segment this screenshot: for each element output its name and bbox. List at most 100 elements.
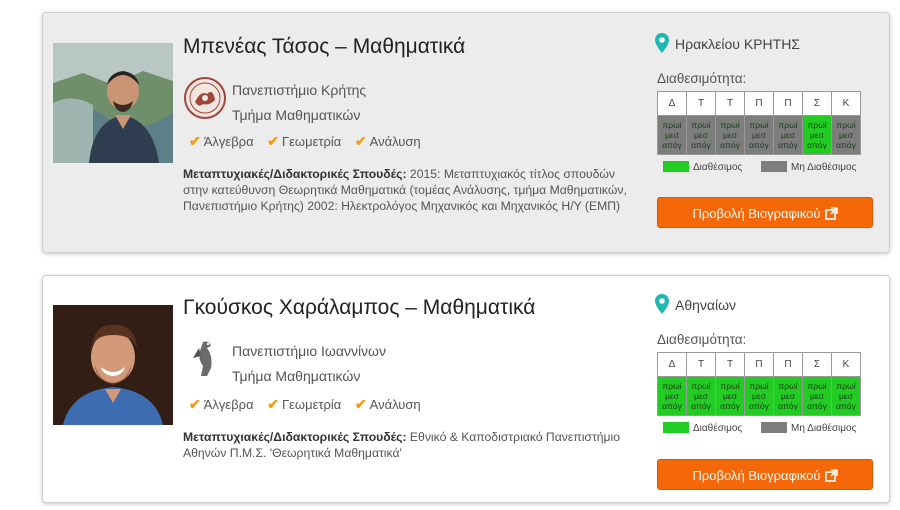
slot-label: πρωί — [662, 120, 682, 130]
slot-label: μεσ — [810, 130, 824, 140]
availability-table: Δ Τ Τ Π Π Σ Κ πρωί μεσ απόγ πρωί μεσ απόγ πρωί… — [657, 352, 861, 416]
slot-label: απόγ — [691, 140, 711, 150]
slot-label: μεσ — [665, 130, 679, 140]
day-header: Τ — [715, 91, 745, 116]
tutor-name[interactable]: Μπενέας Τάσος – Μαθηματικά — [183, 35, 465, 59]
tutor-card: Μπενέας Τάσος – Μαθηματικά Πανεπιστήμιο … — [42, 12, 890, 253]
slot-label: πρωί — [778, 120, 798, 130]
check-icon: ✔ — [354, 396, 367, 412]
slot-label: μεσ — [665, 391, 679, 401]
slot-label: πρωί — [836, 381, 856, 391]
university-name: Πανεπιστήμιο Ιωαννίνων — [232, 343, 386, 359]
map-pin-icon — [655, 33, 669, 56]
tutor-name[interactable]: Γκούσκος Χαράλαμπος – Μαθηματικά — [183, 296, 535, 320]
slot-label: απόγ — [662, 401, 682, 411]
slot-label: πρωί — [662, 381, 682, 391]
slot-label: απόγ — [807, 140, 827, 150]
tutor-card: Γκούσκος Χαράλαμπος – Μαθηματικά Πανεπισ… — [42, 275, 890, 503]
availability-legend: Διαθέσιμος Μη Διαθέσιμος — [663, 161, 856, 173]
location: Ηρακλείου ΚΡΗΤΗΣ — [655, 33, 800, 56]
day-header: Π — [773, 352, 803, 377]
day-header: Π — [773, 91, 803, 116]
availability-cell: πρωί μεσ απόγ — [657, 376, 687, 416]
location: Αθηναίων — [655, 294, 736, 317]
university-name: Πανεπιστήμιο Κρήτης — [232, 82, 367, 98]
availability-cell: πρωί μεσ απόγ — [773, 376, 803, 416]
availability-row: πρωί μεσ απόγ πρωί μεσ απόγ πρωί μεσ απόγ πρωί μεσ… — [657, 376, 861, 416]
slot-label: απόγ — [662, 140, 682, 150]
slot-label: μεσ — [781, 391, 795, 401]
legend-unavailable: Μη Διαθέσιμος — [791, 423, 857, 434]
available-swatch — [663, 422, 689, 433]
legend-unavailable: Μη Διαθέσιμος — [791, 162, 857, 173]
slot-label: μεσ — [694, 130, 708, 140]
tutor-photo[interactable] — [53, 305, 173, 425]
slot-label: μεσ — [752, 391, 766, 401]
slot-label: πρωί — [691, 381, 711, 391]
studies-label: Μεταπτυχιακές/Διδακτορικές Σπουδές: — [183, 430, 407, 444]
availability-cell: πρωί μεσ απόγ — [773, 115, 803, 155]
university-info: Πανεπιστήμιο Ιωαννίνων Τμήμα Μαθηματικών — [232, 339, 386, 389]
slot-label: μεσ — [839, 130, 853, 140]
day-header: Σ — [802, 91, 832, 116]
subject-list: ✔ Άλγεβρα ✔ Γεωμετρία ✔ Ανάλυση — [189, 133, 431, 150]
slot-label: πρωί — [720, 381, 740, 391]
day-header: Κ — [831, 352, 861, 377]
day-header: Τ — [686, 352, 716, 377]
availability-cell: πρωί μεσ απόγ — [802, 115, 832, 155]
day-header: Δ — [657, 91, 687, 116]
slot-label: απόγ — [749, 140, 769, 150]
legend-available: Διαθέσιμος — [693, 423, 743, 434]
slot-label: μεσ — [752, 130, 766, 140]
studies-description: Μεταπτυχιακές/Διδακτορικές Σπουδές: Εθνι… — [183, 429, 633, 461]
tutor-photo[interactable] — [53, 43, 173, 163]
slot-label: απόγ — [836, 140, 856, 150]
studies-label: Μεταπτυχιακές/Διδακτορικές Σπουδές: — [183, 167, 407, 181]
availability-cell: πρωί μεσ απόγ — [802, 376, 832, 416]
check-icon: ✔ — [354, 133, 367, 149]
slot-label: μεσ — [723, 130, 737, 140]
slot-label: μεσ — [723, 391, 737, 401]
department-name: Τμήμα Μαθηματικών — [232, 107, 361, 123]
legend-available: Διαθέσιμος — [693, 162, 743, 173]
external-link-icon — [824, 462, 838, 493]
availability-row: πρωί μεσ απόγ πρωί μεσ απόγ πρωί μεσ απόγ πρωί μεσ… — [657, 115, 861, 155]
slot-label: απόγ — [749, 401, 769, 411]
subject-tag: ✔ Ανάλυση — [354, 396, 421, 412]
slot-label: απόγ — [691, 401, 711, 411]
location-text: Αθηναίων — [675, 297, 737, 313]
availability-cell: πρωί μεσ απόγ — [831, 376, 861, 416]
day-header: Τ — [715, 352, 745, 377]
view-cv-button[interactable]: Προβολή Βιογραφικού — [657, 459, 873, 490]
map-pin-icon — [655, 294, 669, 317]
unavailable-swatch — [761, 422, 788, 433]
day-header: Κ — [831, 91, 861, 116]
slot-label: μεσ — [810, 391, 824, 401]
slot-label: πρωί — [836, 120, 856, 130]
availability-table: Δ Τ Τ Π Π Σ Κ πρωί μεσ απόγ πρωί μεσ απόγ πρωί… — [657, 91, 861, 155]
view-cv-button[interactable]: Προβολή Βιογραφικού — [657, 197, 873, 228]
department-name: Τμήμα Μαθηματικών — [232, 368, 361, 384]
slot-label: απόγ — [778, 401, 798, 411]
slot-label: πρωί — [691, 120, 711, 130]
slot-label: πρωί — [749, 120, 769, 130]
university-info: Πανεπιστήμιο Κρήτης Τμήμα Μαθηματικών — [232, 78, 366, 128]
location-text: Ηρακλείου ΚΡΗΤΗΣ — [675, 36, 800, 52]
slot-label: απόγ — [778, 140, 798, 150]
university-emblem-icon — [183, 336, 227, 380]
unavailable-swatch — [761, 161, 788, 172]
availability-label: Διαθεσιμότητα: — [657, 71, 747, 86]
slot-label: μεσ — [694, 391, 708, 401]
day-header: Π — [744, 352, 774, 377]
slot-label: πρωί — [720, 120, 740, 130]
slot-label: απόγ — [720, 140, 740, 150]
university-seal-icon — [183, 76, 227, 120]
availability-cell: πρωί μεσ απόγ — [686, 115, 716, 155]
slot-label: απόγ — [807, 401, 827, 411]
slot-label: μεσ — [839, 391, 853, 401]
slot-label: πρωί — [807, 381, 827, 391]
availability-cell: πρωί μεσ απόγ — [686, 376, 716, 416]
day-header: Τ — [686, 91, 716, 116]
check-icon: ✔ — [189, 396, 201, 412]
availability-cell: πρωί μεσ απόγ — [657, 115, 687, 155]
